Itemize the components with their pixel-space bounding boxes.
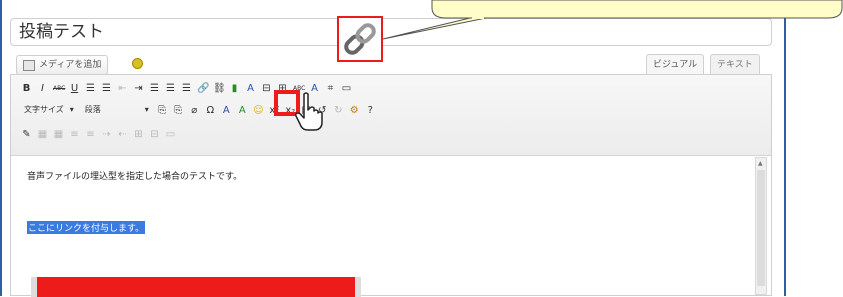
table-insert-icon[interactable]: ▦	[37, 129, 48, 140]
post-title-input[interactable]: 投稿テスト	[10, 18, 772, 46]
row-insert-icon[interactable]: ≡	[69, 129, 80, 140]
chevron-down-icon: ▾	[144, 105, 149, 114]
emoji-icon[interactable]: ☺	[253, 105, 264, 116]
bullet-list-icon[interactable]: ☰	[85, 83, 96, 94]
add-media-button[interactable]: メディアを追加	[16, 55, 109, 75]
table-props-icon[interactable]: ▦	[53, 129, 64, 140]
link-icon-zoom	[337, 16, 383, 62]
toolbar-row-3: ✎ ▦ ▦ ≡ ≡ ⇢ ⇠ ⊞ ⊟ ▭	[21, 126, 176, 142]
chain-link-icon	[344, 23, 376, 55]
font-color-icon[interactable]: A	[221, 105, 232, 116]
text-color-icon[interactable]: A	[245, 83, 256, 94]
scrollbar-thumb[interactable]	[757, 170, 765, 286]
strikethrough-icon[interactable]: ABC	[53, 83, 65, 94]
editor-content[interactable]: 音声ファイルの埋込型を指定した場合のテストです。 ここにリンクを付与します。 ▲	[11, 155, 771, 297]
align-center-icon[interactable]: ☰	[165, 83, 176, 94]
hand-cursor-icon	[295, 92, 323, 131]
indent-icon[interactable]: ⇥	[133, 83, 144, 94]
special-char-icon[interactable]: Ω	[205, 105, 216, 116]
help-icon[interactable]: ?	[365, 105, 376, 116]
link-icon[interactable]: 🔗	[197, 83, 209, 94]
add-media-label: メディアを追加	[39, 60, 102, 70]
col-delete-icon[interactable]: ⇠	[117, 129, 128, 140]
format-select[interactable]: 段落 ▾	[82, 103, 152, 117]
bold-icon[interactable]: B	[21, 83, 32, 94]
col-insert-icon[interactable]: ⇢	[101, 129, 112, 140]
clear-format-icon[interactable]: ⌀	[189, 105, 200, 116]
toggle-toolbar-icon[interactable]: ▭	[341, 83, 352, 94]
chevron-down-icon: ▾	[69, 105, 74, 114]
embedded-media-block	[31, 277, 361, 297]
table-icon[interactable]: ⊟	[261, 83, 272, 94]
edit-image-icon[interactable]: ✎	[21, 129, 32, 140]
fullscreen-icon[interactable]: ⌗	[325, 83, 336, 94]
outdent-icon[interactable]: ⇤	[117, 83, 128, 94]
font-size-select[interactable]: 文字サイズ ▾	[21, 103, 77, 117]
media-icon	[23, 59, 35, 71]
redo-icon[interactable]: ↻	[333, 105, 344, 116]
italic-icon[interactable]: I	[37, 83, 48, 94]
rich-text-editor: B I ABC U ☰ ☰ ⇤ ⇥ ☰ ☰ ☰ 🔗 ⛓ ▮ A ⊟ ⊞ ABC …	[10, 74, 772, 297]
tab-text[interactable]: テキスト	[710, 54, 760, 75]
settings-icon[interactable]: ⚙	[349, 105, 360, 116]
tab-visual[interactable]: ビジュアル	[646, 54, 705, 75]
vertical-scrollbar[interactable]: ▲	[755, 157, 767, 295]
row-delete-icon[interactable]: ≡	[85, 129, 96, 140]
bg-color-icon[interactable]: A	[237, 105, 248, 116]
editor-toolbar: B I ABC U ☰ ☰ ⇤ ⇥ ☰ ☰ ☰ 🔗 ⛓ ▮ A ⊟ ⊞ ABC …	[11, 75, 771, 156]
align-left-icon[interactable]: ☰	[149, 83, 160, 94]
insert-more-icon[interactable]: ▮	[229, 83, 240, 94]
merge-cells-icon[interactable]: ⊞	[133, 129, 144, 140]
scroll-up-icon[interactable]: ▲	[758, 160, 763, 167]
paste-text-icon[interactable]: ⎘	[157, 105, 168, 116]
paste-word-icon[interactable]: ⎘	[173, 105, 184, 116]
smiley-icon[interactable]	[132, 58, 143, 69]
underline-icon[interactable]: U	[69, 83, 80, 94]
split-cells-icon[interactable]: ⊟	[149, 129, 160, 140]
unlink-icon[interactable]: ⛓	[213, 83, 226, 94]
paragraph-1: 音声ファイルの埋込型を指定した場合のテストです。	[27, 172, 243, 182]
selected-paragraph: ここにリンクを付与します。	[27, 221, 146, 234]
delete-table-icon[interactable]: ▭	[165, 129, 176, 140]
font-size-label: 文字サイズ	[24, 105, 64, 114]
numbered-list-icon[interactable]: ☰	[101, 83, 112, 94]
align-right-icon[interactable]: ☰	[181, 83, 192, 94]
format-label: 段落	[84, 105, 101, 114]
